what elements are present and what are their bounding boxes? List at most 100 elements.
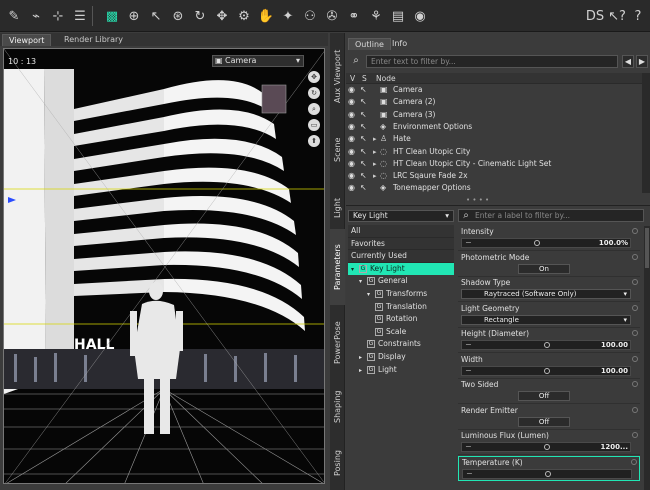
universal-tool-icon[interactable]: ▩ [102,6,122,26]
tree-item-transforms[interactable]: ▾ G Transforms [348,288,454,301]
surface-picker-icon[interactable]: ✦ [278,6,298,26]
expand-icon[interactable]: ▾ [359,276,367,288]
tree-item-rotation[interactable]: G Rotation [348,313,454,326]
minus-icon[interactable]: − [465,340,472,349]
viewport-3d[interactable]: HALL 10: 13 ▣ Camera ▾ ✥ ↻ ⌕ ▭ ⬆ [3,48,325,484]
expand-icon[interactable]: ▾ [367,289,375,301]
tab-render-library[interactable]: Render Library [58,34,129,46]
tab-info[interactable]: Info [386,38,413,50]
property-options-icon[interactable] [632,228,638,234]
scene-scrollbar[interactable] [642,73,650,193]
translate-icon[interactable]: ✥ [212,6,232,26]
tree-item-translation[interactable]: G Translation [348,301,454,314]
tree-item-scale[interactable]: G Scale [348,326,454,339]
rotate-icon[interactable]: ↻ [190,6,210,26]
select-arrow-icon[interactable]: ↖ [360,182,367,194]
node-select-icon[interactable]: ⊹ [48,6,68,26]
pointer-icon[interactable]: ↖ [146,6,166,26]
scene-node-row[interactable]: ◉ ↖ ▣ Camera (3) [346,109,642,122]
node-selector[interactable]: Key Light ▾ [348,210,454,222]
tree-item-general[interactable]: ▾ G General [348,275,454,288]
side-tab-parameters[interactable]: Parameters [330,229,345,305]
property-dropdown[interactable]: Raytraced (Software Only) ▾ [461,289,631,299]
side-tab-posing[interactable]: Posing [330,443,345,483]
scene-node-row[interactable]: ◉ ↖ ◈ Tonemapper Options [346,182,642,194]
scene-node-row[interactable]: ◉ ↖ ▣ Camera (2) [346,96,642,109]
align-icon[interactable]: ☰ [70,6,90,26]
eye-icon[interactable]: ◉ [348,146,355,158]
property-toggle-button[interactable]: Off [518,416,570,427]
select-arrow-icon[interactable]: ↖ [360,109,367,121]
pose-icon[interactable]: ✋ [256,6,276,26]
scene-node-row[interactable]: ◉ ↖ ▸ ♙ Hate [346,133,642,146]
slider-handle[interactable] [544,342,550,348]
property-options-icon[interactable] [632,355,638,362]
eye-icon[interactable]: ◉ [348,182,355,194]
wand-tool-icon[interactable]: ✎ [4,6,24,26]
side-tab-aux-viewport[interactable]: Aux Viewport [330,41,345,111]
orbit-icon[interactable]: ✥ [308,71,320,83]
scene-node-row[interactable]: ◉ ↖ ▣ Camera [346,84,642,97]
scene-node-row[interactable]: ◉ ↖ ▸ ◌ HT Clean Utopic City - Cinematic Lig… [346,158,642,171]
node-weight-icon[interactable]: ⊛ [168,6,188,26]
frame-icon[interactable]: ▭ [308,119,320,131]
tab-viewport[interactable]: Viewport [2,34,52,46]
eye-icon[interactable]: ◉ [348,121,355,133]
side-tab-shaping[interactable]: Shaping [330,378,345,436]
select-arrow-icon[interactable]: ↖ [360,170,367,182]
property-slider[interactable]: − 1200... [461,442,631,452]
slider-handle[interactable] [534,240,541,246]
select-arrow-icon[interactable]: ↖ [360,146,367,158]
prev-icon[interactable]: ◀ [622,55,634,68]
scene-node-row[interactable]: ◉ ↖ ▸ ◌ LRC Sqaure Fade 2x [346,170,642,183]
property-scrollbar[interactable] [644,226,650,490]
side-tab-powerpose[interactable]: PowerPose [330,313,345,373]
eye-icon[interactable]: ◉ [348,133,355,145]
minus-icon[interactable]: − [465,366,472,375]
scene-node-row[interactable]: ◉ ↖ ▸ ◌ HT Clean Utopic City [346,146,642,159]
tree-item-key-light[interactable]: ▾ G Key Light [348,262,454,276]
minus-icon[interactable]: − [465,238,472,247]
select-arrow-icon[interactable]: ↖ [360,158,367,170]
scene-filter-input[interactable]: Enter text to filter by... [366,55,618,68]
eye-icon[interactable]: ◉ [348,158,355,170]
property-options-icon[interactable] [632,406,638,413]
tree-item-display[interactable]: ▸ G Display [348,351,454,364]
eye-icon[interactable]: ◉ [348,84,355,96]
select-arrow-icon[interactable]: ↖ [360,84,367,96]
camera-select[interactable]: ▣ Camera ▾ [212,55,304,67]
select-arrow-icon[interactable]: ↖ [360,133,367,145]
joint-editor-icon[interactable]: ⚙ [234,6,254,26]
side-tab-light[interactable]: Light [330,191,345,225]
expand-icon[interactable]: ▸ [373,146,377,158]
property-slider[interactable]: − [462,468,632,479]
ds-button[interactable]: DS [585,6,605,26]
tree-item-constraints[interactable]: G Constraints [348,338,454,351]
property-options-icon[interactable] [632,279,638,285]
tree-item-favorites[interactable]: Favorites [348,237,454,251]
eye-icon[interactable]: ◉ [348,109,355,121]
property-dropdown[interactable]: Rectangle ▾ [461,314,631,325]
rotate-view-icon[interactable]: ↻ [308,87,320,99]
tree-item-currently-used[interactable]: Currently Used [348,250,454,263]
help-icon[interactable]: ? [628,6,648,26]
property-slider[interactable]: − 100.00 [461,365,631,376]
select-arrow-icon[interactable]: ↖ [360,121,367,133]
help-pointer-icon[interactable]: ↖? [607,6,627,26]
property-options-icon[interactable] [632,253,638,260]
property-options-icon[interactable] [632,304,638,311]
slider-handle[interactable] [544,367,550,374]
expand-icon[interactable]: ▸ [373,158,377,170]
render-icon[interactable]: ▤ [388,6,408,26]
minus-icon[interactable]: − [465,442,472,451]
col-node[interactable]: Node [376,73,396,84]
select-arrow-icon[interactable]: ↖ [360,96,367,108]
zoom-icon[interactable]: ⌕ [308,103,320,115]
property-options-icon[interactable] [632,330,638,336]
tree-item-light[interactable]: ▸ G Light [348,364,454,377]
property-options-icon[interactable] [632,432,638,438]
property-toggle-button[interactable]: On [518,263,570,274]
expand-icon[interactable]: ▸ [359,365,367,377]
side-tab-scene[interactable]: Scene [330,119,345,181]
camera-move-icon[interactable]: ⌁ [26,6,46,26]
